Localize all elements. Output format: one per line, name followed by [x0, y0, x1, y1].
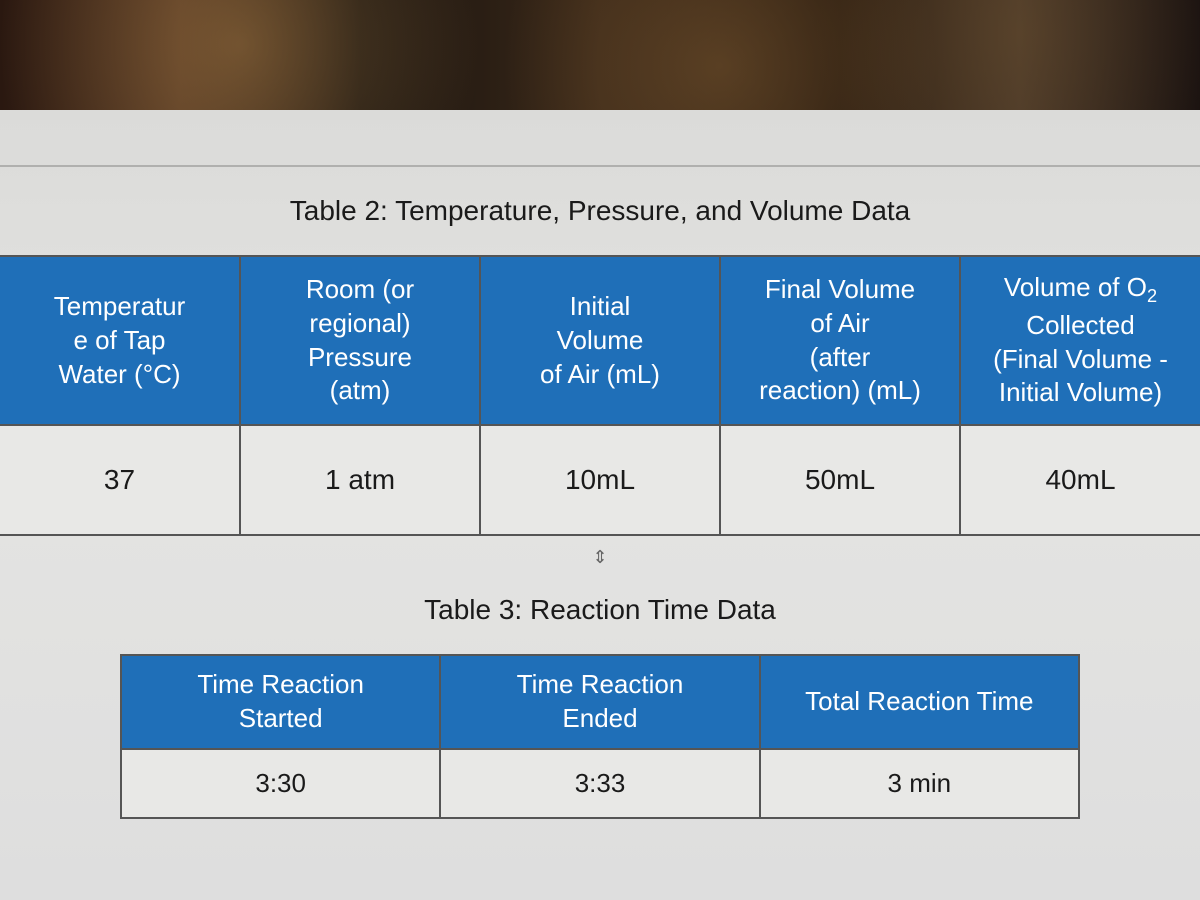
table2-header-row: Temperature of TapWater (°C) Room (orreg… [0, 256, 1200, 425]
embedded-photo [0, 0, 1200, 110]
o2-pre: Volume of O [1004, 272, 1147, 302]
table2-header-initial-vol: InitialVolumeof Air (mL) [480, 256, 720, 425]
table2-cell-final-vol: 50mL [720, 425, 960, 535]
table3-header-started: Time ReactionStarted [121, 655, 440, 749]
table2-caption: Table 2: Temperature, Pressure, and Volu… [0, 195, 1200, 227]
table2-header-final-vol: Final Volumeof Air(afterreaction) (mL) [720, 256, 960, 425]
table3-caption: Table 3: Reaction Time Data [0, 594, 1200, 626]
table2-cell-collected: 40mL [960, 425, 1200, 535]
table3-data-row: 3:30 3:33 3 min [121, 749, 1079, 818]
o2-sub: 2 [1147, 286, 1157, 306]
table2: Temperature of TapWater (°C) Room (orreg… [0, 255, 1200, 536]
table3-header-total: Total Reaction Time [760, 655, 1079, 749]
table3-cell-started: 3:30 [121, 749, 440, 818]
horizontal-divider [0, 165, 1200, 167]
table3-header-row: Time ReactionStarted Time ReactionEnded … [121, 655, 1079, 749]
table2-cell-initial-vol: 10mL [480, 425, 720, 535]
table3-cell-ended: 3:33 [440, 749, 759, 818]
table3-cell-total: 3 min [760, 749, 1079, 818]
table2-cell-temp: 37 [0, 425, 240, 535]
table3-header-ended: Time ReactionEnded [440, 655, 759, 749]
table2-header-collected: Volume of O2Collected(Final Volume -Init… [960, 256, 1200, 425]
table2-data-row: 37 1 atm 10mL 50mL 40mL [0, 425, 1200, 535]
table2-header-temp: Temperature of TapWater (°C) [0, 256, 240, 425]
table2-header-pressure: Room (orregional)Pressure(atm) [240, 256, 480, 425]
resize-handle-icon[interactable]: ⇕ [577, 548, 623, 566]
table2-cell-pressure: 1 atm [240, 425, 480, 535]
table3: Time ReactionStarted Time ReactionEnded … [120, 654, 1080, 819]
